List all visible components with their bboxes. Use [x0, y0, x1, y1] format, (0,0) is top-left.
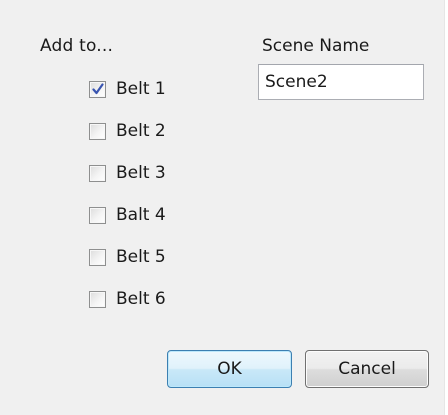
scene-name-label: Scene Name	[262, 36, 370, 56]
belt-3-label: Belt 3	[116, 163, 166, 183]
belt-option-1[interactable]: Belt 1	[89, 68, 166, 110]
belt-2-label: Belt 2	[116, 121, 166, 141]
belt-checklist: Belt 1 Belt 2 Belt 3 Balt 4 Belt 5 Belt …	[89, 68, 166, 320]
checkmark-icon	[92, 82, 104, 94]
belt-4-label: Balt 4	[116, 205, 166, 225]
add-to-label: Add to...	[40, 36, 114, 56]
belt-6-label: Belt 6	[116, 289, 166, 309]
belt-option-5[interactable]: Belt 5	[89, 236, 166, 278]
belt-option-2[interactable]: Belt 2	[89, 110, 166, 152]
belt-6-checkbox[interactable]	[89, 290, 106, 308]
belt-option-4[interactable]: Balt 4	[89, 194, 166, 236]
ok-button[interactable]: OK	[167, 350, 292, 388]
scene-name-input[interactable]	[258, 64, 424, 100]
belt-4-checkbox[interactable]	[89, 206, 106, 224]
belt-5-label: Belt 5	[116, 247, 166, 267]
belt-option-6[interactable]: Belt 6	[89, 278, 166, 320]
belt-3-checkbox[interactable]	[89, 164, 106, 182]
belt-option-3[interactable]: Belt 3	[89, 152, 166, 194]
belt-2-checkbox[interactable]	[89, 122, 106, 140]
belt-1-checkbox[interactable]	[89, 80, 106, 98]
belt-5-checkbox[interactable]	[89, 248, 106, 266]
belt-1-label: Belt 1	[116, 79, 166, 99]
add-to-belt-dialog: Add to... Belt 1 Belt 2 Belt 3 Balt 4 Be…	[0, 0, 445, 415]
cancel-button[interactable]: Cancel	[305, 350, 429, 388]
